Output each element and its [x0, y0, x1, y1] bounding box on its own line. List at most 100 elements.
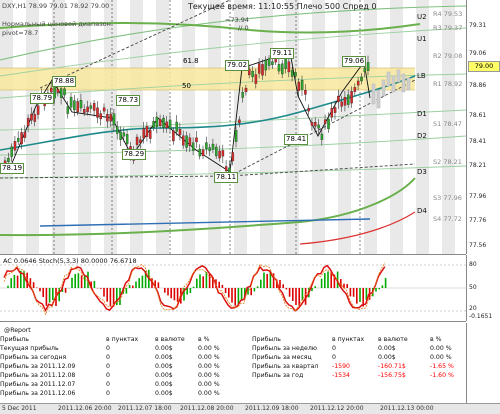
axis-tick: -0.1651: [469, 313, 492, 320]
ac-label: AC 0.0646: [3, 257, 37, 265]
r3-label: R3 79.37: [433, 24, 462, 32]
oscillator-title: AC 0.0646 Stoch(5,3,3) 80.0000 76.6718: [3, 257, 137, 265]
report-cell: Прибыль за 2011.12.06: [0, 390, 75, 398]
axis-tick: 77.76: [469, 217, 486, 224]
level-d1: D1: [417, 110, 427, 118]
report-cell: Текущая прибыль: [0, 345, 59, 353]
report-cell: 0: [332, 345, 336, 353]
report-cell: -1590: [332, 363, 350, 371]
time-axis[interactable]: 5 Dec 2011 2011.12.06 20:00 2011.12.07 1…: [0, 403, 500, 414]
report-cell: Прибыль: [252, 336, 281, 344]
report-cell: 0.00 %: [430, 345, 452, 353]
axis-tick: 79.06: [469, 50, 486, 57]
level-u1: U1: [417, 35, 427, 43]
price-tag: 78.79: [30, 93, 54, 104]
price-tag: 79.02: [225, 60, 249, 71]
fib-618-label: 61.8: [183, 57, 199, 66]
report-panel: @Report Прибыль в пунктах в валюте в % Текущ…: [0, 323, 466, 405]
s1-label: S1 78.47: [433, 120, 462, 128]
current-price-box: 79.00: [468, 61, 500, 72]
s4-label: S4 77.72: [433, 215, 462, 223]
report-cell: 0: [106, 381, 110, 389]
price-panel[interactable]: DXY,H1 78.99 79.01 78.92 79.00 Нормальны…: [0, 0, 466, 255]
report-cell: Прибыль за 2011.12.07: [0, 381, 75, 389]
chart-window: DXY,H1 78.99 79.01 78.92 79.00 Нормальны…: [0, 0, 500, 413]
fib-50-label: 50: [182, 82, 191, 91]
report-cell: 0.00$: [155, 381, 173, 389]
time-tick: 2011.12.12 20:00: [310, 405, 364, 412]
report-cell: Прибыль за квартал: [252, 363, 318, 371]
axis-tick: 50: [469, 284, 477, 291]
report-cell: 0: [106, 354, 110, 362]
report-cell: 0: [106, 363, 110, 371]
report-title: @Report: [4, 327, 31, 335]
report-cell: в пунктах: [332, 336, 364, 344]
report-axis: [466, 323, 500, 403]
price-chart: [0, 0, 466, 254]
report-cell: Прибыль за 2011.12.09: [0, 363, 75, 371]
r2-label: R2 79.08: [433, 52, 462, 60]
equity-label: =73.94: [225, 16, 249, 24]
report-cell: в %: [198, 336, 210, 344]
report-cell: в %: [430, 336, 442, 344]
report-cell: 0: [106, 390, 110, 398]
report-cell: Прибыль за сегодня: [0, 354, 66, 362]
report-cell: 0: [332, 354, 336, 362]
report-cell: Прибыль за 2011.12.08: [0, 372, 75, 380]
report-cell: -1.65 %: [430, 363, 454, 371]
report-cell: 0.00 %: [198, 354, 220, 362]
indicator-name: Нормальный ценовой диапазон: [2, 20, 111, 28]
price-tag: 78.29: [122, 149, 146, 160]
report-cell: 0.00 %: [198, 372, 220, 380]
time-tick: 2011.12.13 00:00: [380, 405, 434, 412]
report-cell: 0: [106, 345, 110, 353]
symbol-line: DXY,H1 78.99 79.01 78.92 79.00: [2, 2, 109, 10]
oscillator-axis[interactable]: 80 50 20 -0.1651: [466, 255, 500, 321]
report-cell: в пунктах: [106, 336, 138, 344]
level-d4: D4: [417, 207, 427, 215]
report-cell: -156.75$: [378, 372, 406, 380]
price-tag: 79.06: [342, 56, 366, 67]
time-tick: 2011.12.09 18:00: [245, 405, 299, 412]
axis-tick: 77.56: [469, 242, 486, 249]
axis-tick: 20: [469, 305, 477, 312]
s2-label: S2 78.21: [433, 158, 462, 166]
price-tag: 78.41: [284, 134, 308, 145]
oscillator-panel[interactable]: AC 0.0646 Stoch(5,3,3) 80.0000 76.6718: [0, 255, 466, 322]
r1-label: R1 78.92: [433, 80, 462, 88]
report-cell: в валюте: [378, 336, 408, 344]
pivot-label: pivot=78.7: [2, 29, 38, 37]
report-cell: 0.00$: [155, 363, 173, 371]
price-tag: 78.11: [214, 172, 238, 183]
axis-tick: 78.21: [469, 162, 486, 169]
report-cell: 0.00 %: [198, 381, 220, 389]
bars-label: // 0: [238, 24, 249, 32]
report-cell: 0.00$: [378, 354, 396, 362]
axis-tick: 77.96: [469, 193, 486, 200]
leverage-label: Плечо 500: [297, 2, 340, 11]
spread-label: Спред 0: [343, 2, 377, 11]
axis-tick: 78.41: [469, 138, 486, 145]
level-u2: U2: [417, 13, 427, 21]
price-tag: 78.19: [0, 163, 24, 174]
report-cell: 0.00$: [155, 372, 173, 380]
price-axis[interactable]: 79.31 79.06 78.86 78.61 78.41 78.21 77.9…: [466, 0, 500, 254]
price-tag: 79.11: [270, 48, 294, 59]
level-d2: D2: [417, 132, 427, 140]
report-cell: Прибыль за год: [252, 372, 303, 380]
price-tag: 78.73: [116, 95, 140, 106]
report-cell: -1.60 %: [430, 372, 454, 380]
axis-tick: 78.86: [469, 82, 486, 89]
time-label: Текущее время: 11:10:55: [188, 2, 294, 11]
time-tick: 2011.12.08 20:00: [180, 405, 234, 412]
report-cell: -160.71$: [378, 363, 406, 371]
axis-tick: 78.61: [469, 112, 486, 119]
report-cell: в валюте: [155, 336, 185, 344]
report-cell: Прибыль за месяц: [252, 354, 312, 362]
report-cell: Прибыль: [0, 336, 29, 344]
axis-tick: 80: [469, 261, 477, 268]
report-cell: 0.00$: [155, 390, 173, 398]
time-tick: 2011.12.07 18:00: [118, 405, 172, 412]
report-cell: 0: [106, 372, 110, 380]
report-cell: -1534: [332, 372, 350, 380]
